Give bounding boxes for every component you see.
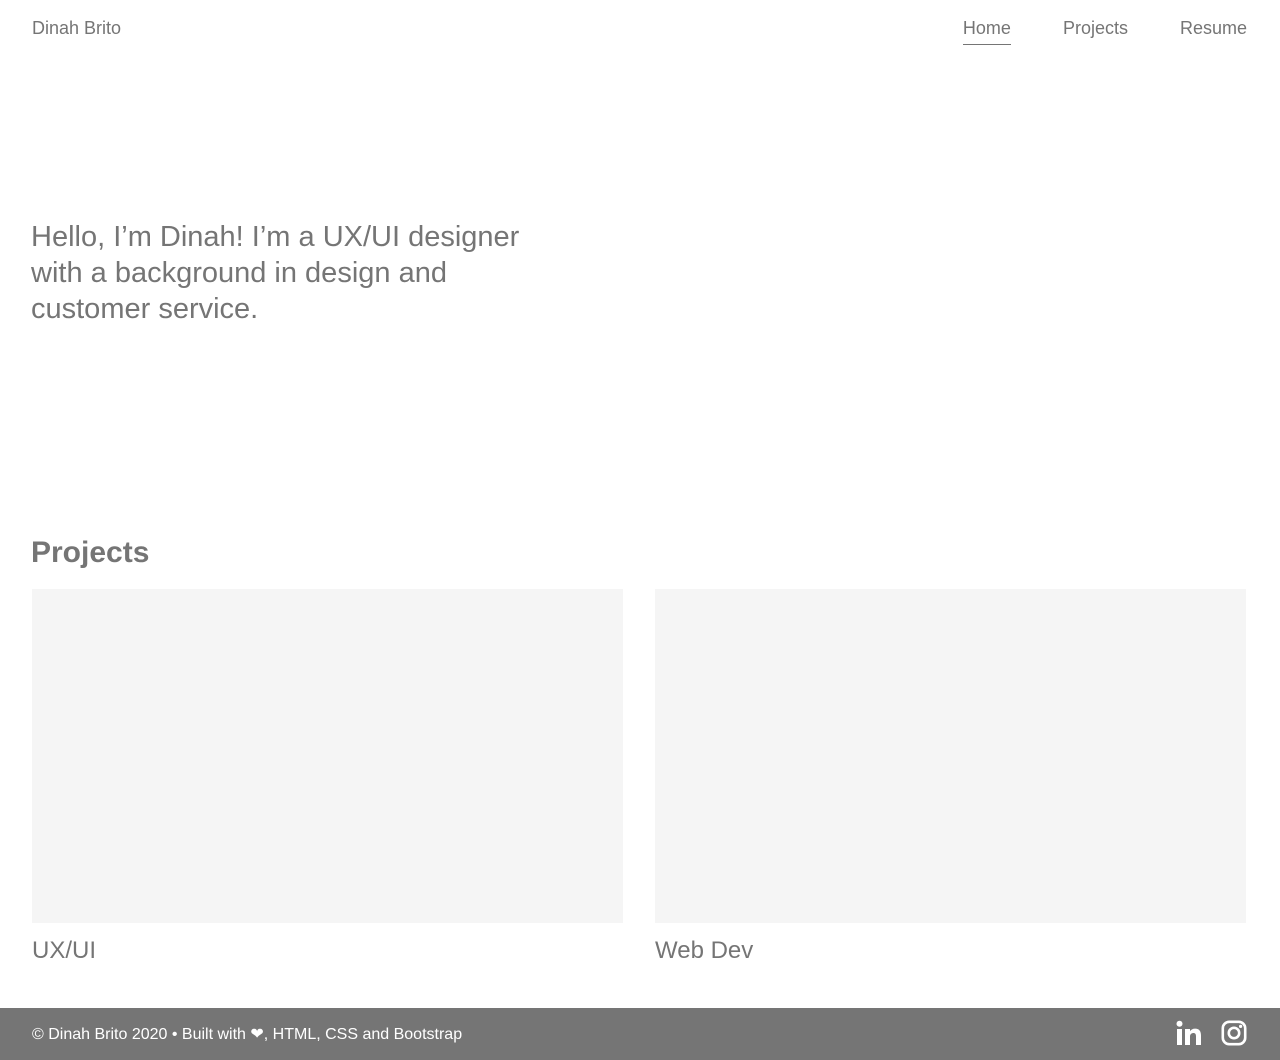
- navbar: Dinah Brito Home Projects Resume: [0, 0, 1280, 60]
- projects-heading: Projects: [31, 536, 150, 569]
- project-thumbnail[interactable]: [32, 589, 623, 923]
- nav-link-projects[interactable]: Projects: [1063, 17, 1128, 44]
- footer-copyright: © Dinah Brito 2020 • Built with ❤, HTML,…: [32, 1026, 463, 1043]
- nav-link-resume[interactable]: Resume: [1180, 17, 1247, 44]
- brand-link[interactable]: Dinah Brito: [32, 17, 121, 39]
- nav-link-home[interactable]: Home: [962, 17, 1011, 45]
- hero-intro-text: Hello, I’m Dinah! I’m a UX/UI designer w…: [31, 221, 520, 325]
- project-label[interactable]: Web Dev: [655, 936, 1246, 966]
- project-thumbnail[interactable]: [655, 589, 1246, 923]
- linkedin-icon[interactable]: [1176, 1020, 1202, 1046]
- social-links: [1176, 1020, 1247, 1046]
- project-card-webdev[interactable]: Web Dev: [655, 589, 1246, 966]
- nav-links: Home Projects Resume: [911, 17, 1247, 45]
- instagram-icon[interactable]: [1221, 1020, 1247, 1046]
- project-card-uxui[interactable]: UX/UI: [32, 589, 623, 966]
- footer: © Dinah Brito 2020 • Built with ❤, HTML,…: [0, 1008, 1280, 1060]
- project-label[interactable]: UX/UI: [32, 936, 623, 966]
